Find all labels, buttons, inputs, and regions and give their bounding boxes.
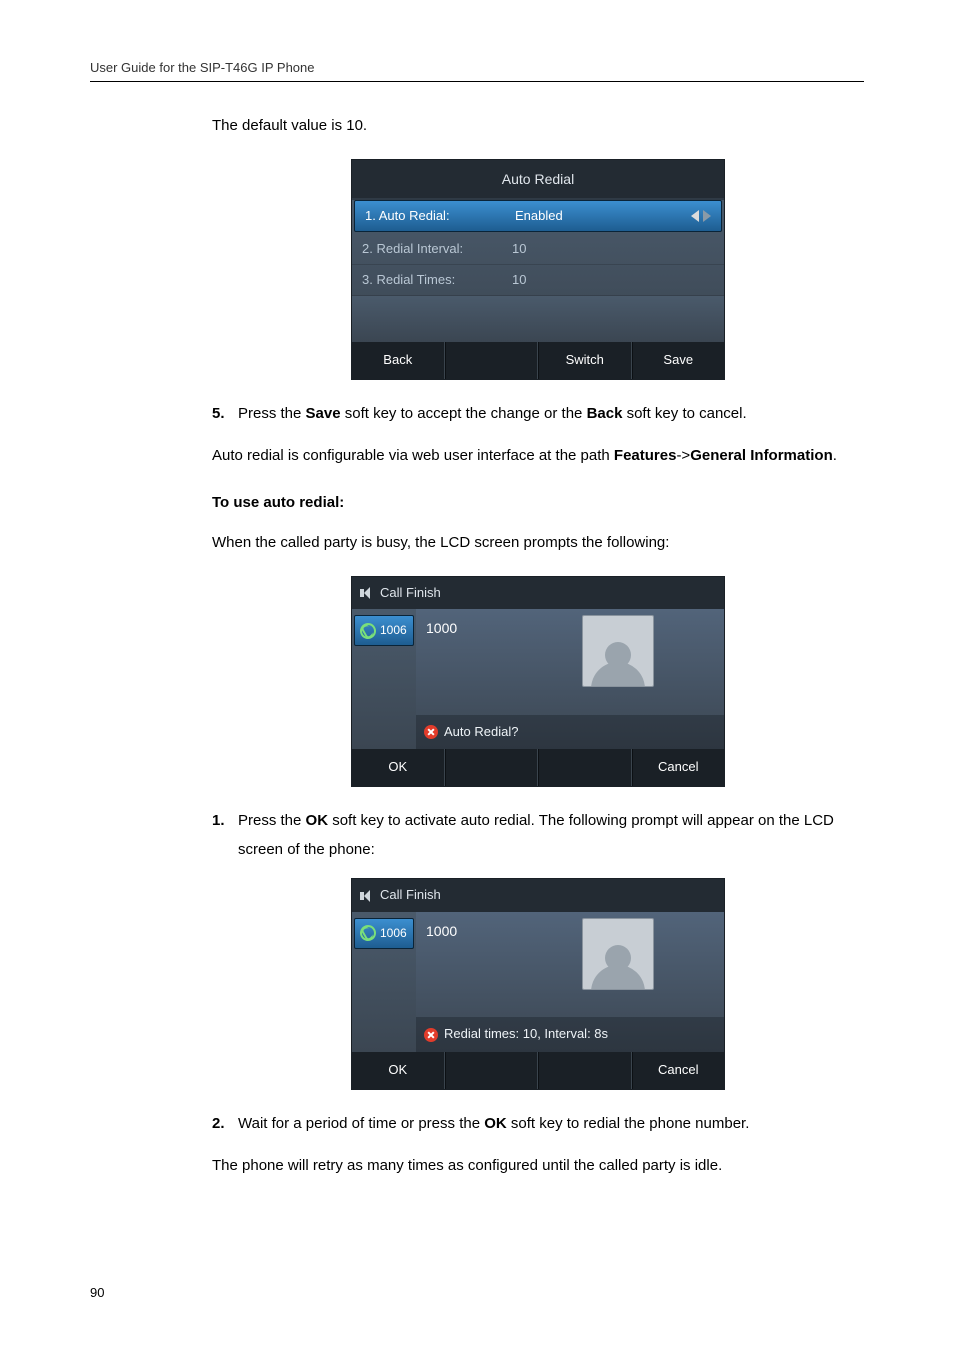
ok-label: OK — [484, 1115, 507, 1132]
step-number: 1. — [212, 807, 238, 864]
line-sidebar: 1006 — [352, 609, 416, 749]
row-value: Enabled — [515, 204, 691, 229]
softkey-empty — [538, 1052, 632, 1089]
general-information-label: General Information — [690, 447, 833, 464]
caller-id: 1000 — [426, 615, 714, 642]
softkey-bar: OK Cancel — [352, 749, 724, 786]
prompt-text: Auto Redial? — [444, 720, 518, 745]
arrow-right-icon[interactable] — [703, 210, 711, 222]
softkey-ok[interactable]: OK — [352, 749, 445, 786]
line-sidebar: 1006 — [352, 912, 416, 1052]
top-title: Call Finish — [380, 581, 441, 606]
line-tab[interactable]: 1006 — [354, 918, 414, 949]
row-value: 10 — [512, 237, 714, 262]
softkey-empty — [445, 749, 539, 786]
config-row-redial-times[interactable]: 3. Redial Times: 10 — [352, 265, 724, 296]
handset-icon — [357, 620, 379, 642]
top-bar: Call Finish — [352, 879, 724, 912]
softkey-bar: Back Switch Save — [352, 342, 724, 379]
call-panel: 1000 Redial times: 10, Interval: 8s — [416, 912, 724, 1052]
caller-id: 1000 — [426, 918, 714, 945]
prompt-text: Redial times: 10, Interval: 8s — [444, 1022, 608, 1047]
step-1: 1. Press the OK soft key to activate aut… — [212, 807, 864, 864]
phone-screen-call-finish-countdown: Call Finish 1006 1000 Redial ti — [351, 878, 725, 1089]
avatar — [582, 615, 654, 687]
line-number: 1006 — [380, 619, 407, 642]
text: Press the — [238, 812, 306, 829]
speaker-icon — [360, 890, 374, 902]
text: -> — [676, 447, 690, 464]
line-number: 1006 — [380, 922, 407, 945]
step-number: 2. — [212, 1110, 238, 1139]
retry-paragraph: The phone will retry as many times as co… — [212, 1152, 864, 1181]
page-number: 90 — [90, 1285, 104, 1300]
intro-paragraph: The default value is 10. — [212, 112, 864, 141]
step-number: 5. — [212, 400, 238, 429]
phone-screen-call-finish-prompt: Call Finish 1006 1000 Auto Redi — [351, 576, 725, 787]
text: soft key to cancel. — [622, 405, 746, 422]
back-label: Back — [587, 405, 623, 422]
content-area: The default value is 10. Auto Redial 1. … — [212, 112, 864, 1181]
row-label: 2. Redial Interval: — [362, 237, 512, 262]
call-panel: 1000 Auto Redial? — [416, 609, 724, 749]
softkey-cancel[interactable]: Cancel — [632, 1052, 725, 1089]
step-5: 5. Press the Save soft key to accept the… — [212, 400, 864, 429]
config-row-redial-interval[interactable]: 2. Redial Interval: 10 — [352, 234, 724, 265]
text: soft key to accept the change or the — [341, 405, 587, 422]
top-bar: Call Finish — [352, 577, 724, 610]
softkey-save[interactable]: Save — [632, 342, 725, 379]
softkey-switch[interactable]: Switch — [538, 342, 632, 379]
softkey-cancel[interactable]: Cancel — [632, 749, 725, 786]
config-path-paragraph: Auto redial is configurable via web user… — [212, 442, 864, 471]
left-right-arrows-icon[interactable] — [691, 210, 711, 222]
running-header: User Guide for the SIP-T46G IP Phone — [90, 60, 864, 82]
error-icon — [424, 1028, 438, 1042]
softkey-ok[interactable]: OK — [352, 1052, 445, 1089]
softkey-bar: OK Cancel — [352, 1052, 724, 1089]
top-title: Call Finish — [380, 883, 441, 908]
softkey-back[interactable]: Back — [352, 342, 445, 379]
text: Wait for a period of time or press the — [238, 1115, 484, 1132]
screen-title: Auto Redial — [352, 160, 724, 199]
step-2: 2. Wait for a period of time or press th… — [212, 1110, 864, 1139]
text: Auto redial is configurable via web user… — [212, 447, 614, 464]
row-label: 3. Redial Times: — [362, 268, 512, 293]
error-icon — [424, 725, 438, 739]
text: soft key to redial the phone number. — [507, 1115, 750, 1132]
ok-label: OK — [306, 812, 329, 829]
text: soft key to activate auto redial. The fo… — [238, 812, 834, 858]
features-label: Features — [614, 447, 677, 464]
softkey-empty — [445, 342, 539, 379]
config-row-auto-redial[interactable]: 1. Auto Redial: Enabled — [354, 200, 722, 232]
speaker-icon — [360, 587, 374, 599]
busy-prompt-paragraph: When the called party is busy, the LCD s… — [212, 529, 864, 558]
line-tab[interactable]: 1006 — [354, 615, 414, 646]
heading-use-auto-redial: To use auto redial: — [212, 489, 864, 518]
phone-screen-auto-redial: Auto Redial 1. Auto Redial: Enabled 2. R… — [351, 159, 725, 380]
text: . — [833, 447, 837, 464]
avatar — [582, 918, 654, 990]
row-label: 1. Auto Redial: — [365, 204, 515, 229]
row-value: 10 — [512, 268, 714, 293]
softkey-empty — [538, 749, 632, 786]
softkey-empty — [445, 1052, 539, 1089]
prompt-bar: Auto Redial? — [416, 715, 724, 750]
save-label: Save — [306, 405, 341, 422]
arrow-left-icon[interactable] — [691, 210, 699, 222]
text: Press the — [238, 405, 306, 422]
handset-icon — [357, 922, 379, 944]
prompt-bar: Redial times: 10, Interval: 8s — [416, 1017, 724, 1052]
